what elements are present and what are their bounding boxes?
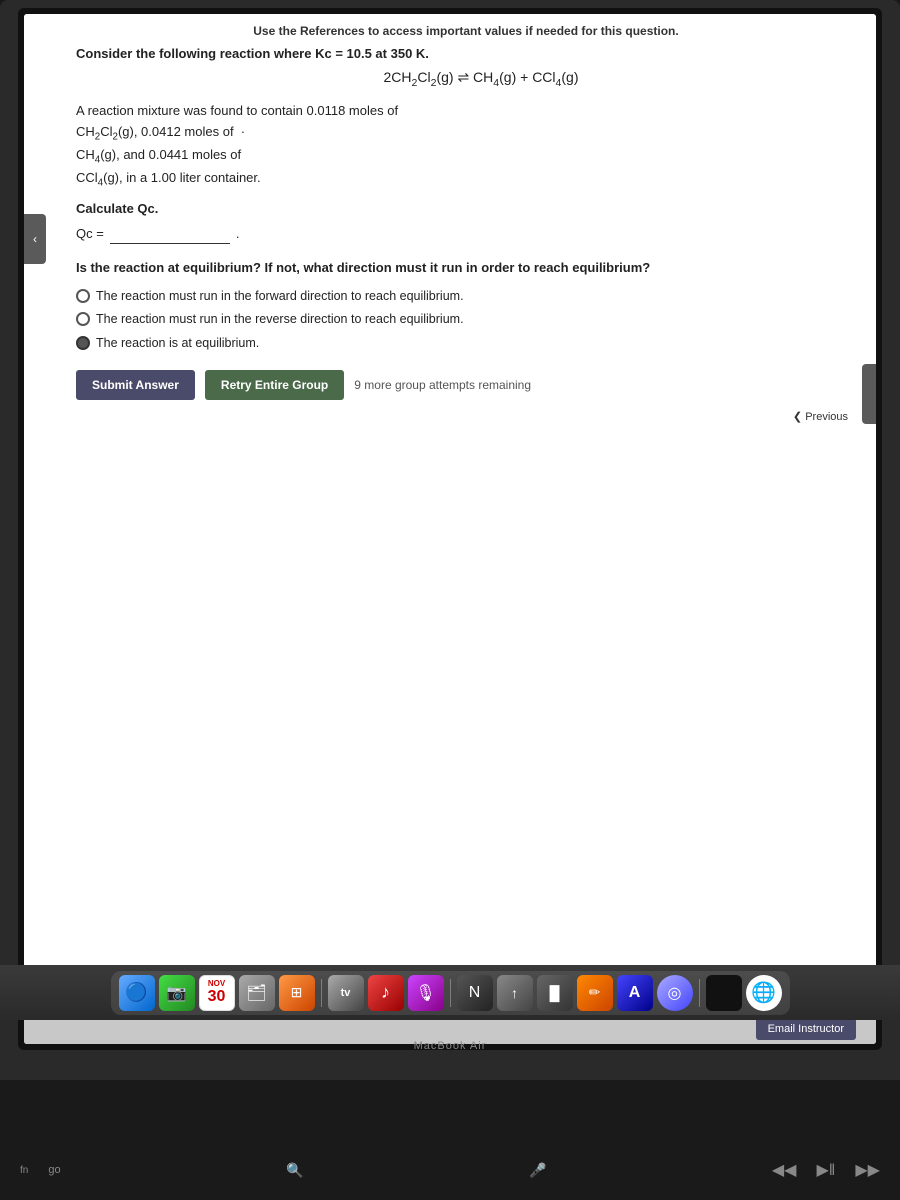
right-sidebar-indicator: [862, 364, 876, 424]
dock-item-font[interactable]: A: [617, 975, 653, 1011]
radio-option-3[interactable]: The reaction is at equilibrium.: [76, 335, 856, 353]
dock-item-notification[interactable]: N: [457, 975, 493, 1011]
retry-entire-group-button[interactable]: Retry Entire Group: [205, 370, 344, 400]
laptop-body: ‹ Use the References to access important…: [0, 0, 900, 1080]
dock-item-upload[interactable]: ↑: [497, 975, 533, 1011]
radio-option-2[interactable]: The reaction must run in the reverse dir…: [76, 311, 856, 329]
keyboard-search[interactable]: 🔍: [286, 1162, 303, 1179]
bottom-keyboard-bar: fn go 🔍 🎤 ◀◀ ▶‖ ▶▶: [0, 1140, 900, 1200]
chrome-icon: 🌐: [751, 980, 776, 1005]
calendar-month: NOV: [208, 979, 225, 988]
calendar-date: 30: [208, 988, 226, 1006]
qc-dot: .: [236, 226, 240, 241]
equilibrium-question: Is the reaction at equilibrium? If not, …: [76, 258, 856, 278]
upload-icon: ↑: [511, 985, 518, 1001]
dock-item-sketch[interactable]: ✏: [577, 975, 613, 1011]
notification-icon: N: [469, 984, 481, 1002]
safari-icon: ◎: [668, 983, 682, 1003]
sketch-icon: ✏: [589, 984, 601, 1001]
previous-area: ❮ Previous: [76, 410, 856, 423]
calculate-qc-label: Calculate Qc.: [76, 201, 856, 216]
dock-bar: 🔵 📷 NOV 30 🗂 ⊞ tv: [0, 965, 900, 1020]
dock: 🔵 📷 NOV 30 🗂 ⊞ tv: [111, 971, 790, 1015]
radio-label-3: The reaction is at equilibrium.: [96, 335, 259, 353]
submit-answer-button[interactable]: Submit Answer: [76, 370, 195, 400]
previous-link[interactable]: ❮ Previous: [793, 410, 848, 423]
finder-icon: 🔵: [125, 982, 147, 1003]
stats-icon: ▐▌: [545, 985, 565, 1001]
podcast-icon: 🎙: [415, 983, 435, 1003]
forward-button[interactable]: ▶▶: [855, 1160, 880, 1180]
radio-label-2: The reaction must run in the reverse dir…: [96, 311, 464, 329]
files-icon: 🗂: [246, 983, 266, 1003]
chevron-left-icon: ‹: [33, 232, 37, 246]
music-icon: ♪: [381, 982, 390, 1003]
tv-icon: tv: [341, 987, 351, 999]
dock-item-chrome[interactable]: 🌐: [746, 975, 782, 1011]
keyboard-mic[interactable]: 🎤: [529, 1162, 546, 1179]
chemical-equation: 2CH2Cl2(g) ⇌ CH4(g) + CCl4(g): [106, 69, 856, 89]
facetime-icon: 📷: [167, 983, 187, 1003]
dock-divider-3: [699, 979, 700, 1007]
reference-line: Use the References to access important v…: [76, 24, 856, 38]
fn-label: fn: [20, 1165, 28, 1176]
problem-description: A reaction mixture was found to contain …: [76, 101, 856, 191]
media-controls: ◀◀ ▶‖ ▶▶: [772, 1160, 880, 1180]
dock-item-facetime[interactable]: 📷: [159, 975, 195, 1011]
radio-circle-1[interactable]: [76, 289, 90, 303]
chevron-left-icon: ❮: [793, 411, 802, 423]
screen-bezel: ‹ Use the References to access important…: [18, 8, 882, 1050]
dock-item-tv[interactable]: tv: [328, 975, 364, 1011]
email-instructor-button[interactable]: Email Instructor: [756, 1018, 856, 1040]
radio-circle-2[interactable]: [76, 312, 90, 326]
dock-divider: [321, 979, 322, 1007]
sidebar-collapse-button[interactable]: ‹: [24, 214, 46, 264]
previous-label: Previous: [805, 411, 848, 423]
dock-item-podcast[interactable]: 🎙: [408, 975, 444, 1011]
dock-item-files[interactable]: 🗂: [239, 975, 275, 1011]
launchpad-icon: ⊞: [291, 984, 303, 1001]
macbook-label: MacBook Air: [0, 1040, 900, 1052]
play-pause-button[interactable]: ▶‖: [816, 1160, 835, 1180]
qc-label: Qc =: [76, 226, 104, 241]
consider-line: Consider the following reaction where Kc…: [76, 46, 856, 61]
screen-content: ‹ Use the References to access important…: [24, 14, 876, 1044]
dock-item-black[interactable]: [706, 975, 742, 1011]
go-label: go: [48, 1164, 60, 1176]
dock-divider-2: [450, 979, 451, 1007]
content-area: Use the References to access important v…: [46, 14, 876, 977]
dock-item-music[interactable]: ♪: [368, 975, 404, 1011]
qc-input[interactable]: [110, 222, 230, 244]
radio-option-1[interactable]: The reaction must run in the forward dir…: [76, 288, 856, 306]
radio-label-1: The reaction must run in the forward dir…: [96, 288, 464, 306]
back-button[interactable]: ◀◀: [772, 1160, 797, 1180]
page-area: ‹ Use the References to access important…: [24, 14, 876, 1044]
attempts-remaining: 9 more group attempts remaining: [354, 378, 531, 392]
dock-item-launchpad[interactable]: ⊞: [279, 975, 315, 1011]
radio-circle-3[interactable]: [76, 336, 90, 350]
dock-item-calendar[interactable]: NOV 30: [199, 975, 235, 1011]
action-buttons-row: Submit Answer Retry Entire Group 9 more …: [76, 370, 856, 400]
dock-item-finder[interactable]: 🔵: [119, 975, 155, 1011]
keyboard-left: fn go: [20, 1164, 61, 1176]
dock-item-stats[interactable]: ▐▌: [537, 975, 573, 1011]
qc-input-row: Qc = .: [76, 222, 856, 244]
font-icon: A: [629, 984, 641, 1002]
dock-item-safari[interactable]: ◎: [657, 975, 693, 1011]
